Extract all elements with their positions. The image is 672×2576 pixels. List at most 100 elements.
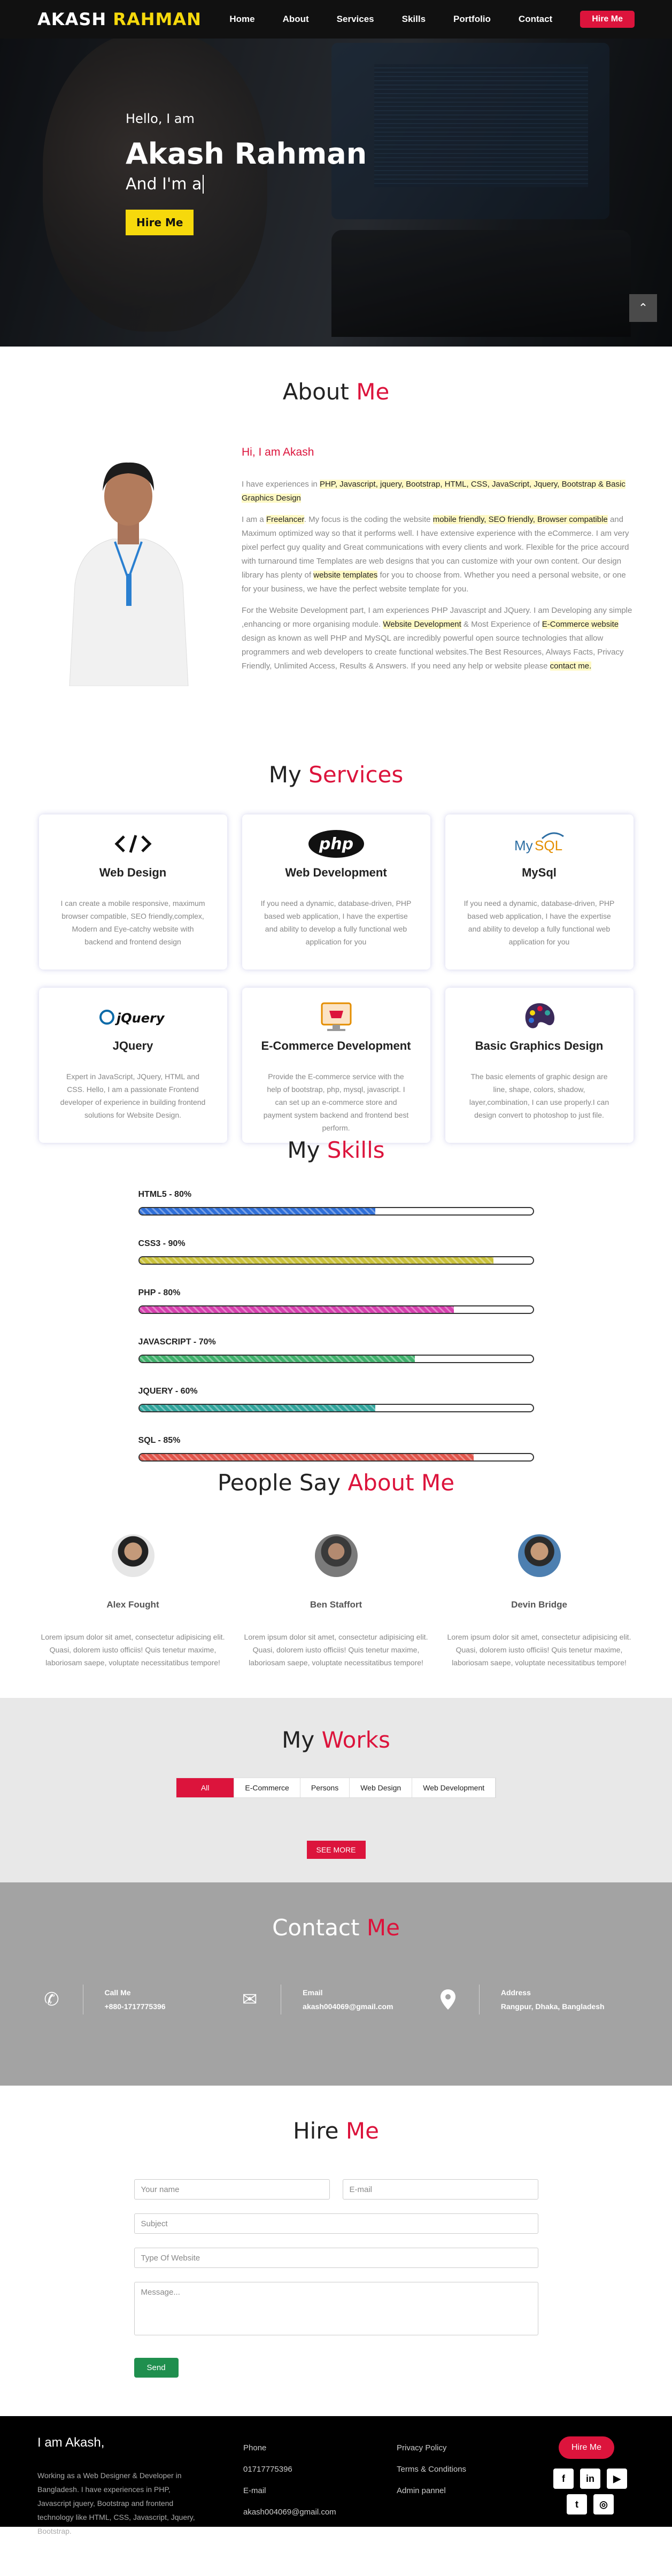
nav-contact[interactable]: Contact bbox=[519, 14, 552, 25]
footer-link-privacy[interactable]: Privacy Policy bbox=[397, 2437, 466, 2459]
works-filters: All E-Commerce Persons Web Design Web De… bbox=[175, 1778, 497, 1798]
testimonial-card: Ben Staffort Lorem ipsum dolor sit amet,… bbox=[242, 1534, 430, 1669]
facebook-icon[interactable]: f bbox=[553, 2469, 574, 2489]
filter-persons[interactable]: Persons bbox=[300, 1778, 350, 1797]
testimonial-text: Lorem ipsum dolor sit amet, consectetur … bbox=[41, 1633, 225, 1667]
skill-label: JAVASCRIPT - 70% bbox=[138, 1337, 216, 1347]
nav-hire-button[interactable]: Hire Me bbox=[580, 11, 635, 28]
skill-label: JQUERY - 60% bbox=[138, 1387, 198, 1396]
testimonial-name: Devin Bridge bbox=[511, 1600, 567, 1610]
twitter-icon[interactable]: t bbox=[567, 2494, 587, 2515]
hero-section: Hello, I am Akash Rahman And I'm a Hire … bbox=[0, 0, 672, 347]
footer-link-terms[interactable]: Terms & Conditions bbox=[397, 2459, 466, 2480]
skill-label: SQL - 85% bbox=[138, 1436, 181, 1445]
service-card: jQuery JQuery Expert in JavaScript, JQue… bbox=[39, 988, 227, 1143]
skill-bar bbox=[138, 1207, 534, 1216]
contact-label: Address bbox=[500, 1988, 531, 1997]
nav-home[interactable]: Home bbox=[229, 14, 254, 25]
footer-email[interactable]: akash004069@gmail.com bbox=[243, 2502, 336, 2523]
nav-about[interactable]: About bbox=[283, 14, 309, 25]
service-title: JQuery bbox=[112, 1039, 153, 1052]
see-more-button[interactable]: SEE MORE bbox=[306, 1841, 366, 1859]
footer-link-admin[interactable]: Admin pannel bbox=[397, 2480, 466, 2502]
contact-value[interactable]: +880-1717775396 bbox=[105, 2000, 166, 2013]
skill-bar bbox=[138, 1404, 534, 1412]
footer-phone[interactable]: 01717775396 bbox=[243, 2459, 336, 2480]
contact-title: Contact Me bbox=[272, 1914, 400, 1941]
service-text: If you need a dynamic, database-driven, … bbox=[464, 899, 615, 946]
service-card: Basic Graphics Design The basic elements… bbox=[445, 988, 634, 1143]
instagram-icon[interactable]: ◎ bbox=[593, 2494, 614, 2515]
email-input[interactable]: E-mail bbox=[342, 2179, 538, 2200]
service-card: My SQL MySql If you need a dynamic, datab… bbox=[445, 814, 634, 970]
contact-label: Email bbox=[303, 1988, 323, 1997]
testimonials-title: People Say About Me bbox=[217, 1470, 455, 1496]
scroll-top-button[interactable]: ⌃ bbox=[629, 294, 657, 322]
hire-section: Hire Me Your name E-mail Subject Type Of… bbox=[0, 2086, 672, 2416]
services-section: My Services Web Design I can create a mo… bbox=[0, 740, 672, 1132]
avatar bbox=[111, 1534, 155, 1577]
about-section: About Me Hi, I am Akash I have experienc… bbox=[0, 347, 672, 740]
services-grid: Web Design I can create a mobile respons… bbox=[39, 814, 634, 1143]
testimonial-card: Alex Fought Lorem ipsum dolor sit amet, … bbox=[39, 1534, 227, 1669]
footer-heading: I am Akash, bbox=[37, 2435, 105, 2450]
website-type-input[interactable]: Type Of Website bbox=[134, 2248, 538, 2268]
svg-text:jQuery: jQuery bbox=[114, 1011, 165, 1026]
footer-about: I am Akash, Working as a Web Designer & … bbox=[37, 2435, 203, 2538]
jquery-logo-icon: jQuery bbox=[39, 998, 227, 1036]
filter-ecommerce[interactable]: E-Commerce bbox=[234, 1778, 300, 1797]
service-title: Basic Graphics Design bbox=[475, 1039, 604, 1052]
nav-links: Home About Services Skills Portfolio Con… bbox=[229, 11, 635, 28]
testimonial-card: Devin Bridge Lorem ipsum dolor sit amet,… bbox=[445, 1534, 634, 1669]
nav-skills[interactable]: Skills bbox=[402, 14, 426, 25]
map-pin-icon bbox=[435, 1987, 461, 2012]
testimonial-text: Lorem ipsum dolor sit amet, consectetur … bbox=[244, 1633, 428, 1667]
mysql-logo-icon: My SQL bbox=[445, 825, 634, 863]
service-text: If you need a dynamic, database-driven, … bbox=[260, 899, 412, 946]
nav-portfolio[interactable]: Portfolio bbox=[453, 14, 491, 25]
linkedin-icon[interactable]: in bbox=[580, 2469, 600, 2489]
footer-email-label: E-mail bbox=[243, 2486, 266, 2495]
works-section: My Works All E-Commerce Persons Web Desi… bbox=[0, 1698, 672, 1882]
chevron-up-icon: ⌃ bbox=[638, 301, 648, 314]
skill-fill bbox=[139, 1356, 415, 1362]
skill-fill bbox=[139, 1208, 376, 1214]
palette-icon bbox=[445, 998, 634, 1036]
footer: I am Akash, Working as a Web Designer & … bbox=[0, 2416, 672, 2535]
contact-value[interactable]: akash004069@gmail.com bbox=[303, 2000, 393, 2013]
skill-item: JAVASCRIPT - 70% bbox=[138, 1337, 534, 1363]
logo[interactable]: AKASH RAHMAN bbox=[37, 9, 202, 29]
filter-web-development[interactable]: Web Development bbox=[412, 1778, 496, 1797]
filter-all[interactable]: All bbox=[176, 1778, 235, 1797]
svg-text:SQL: SQL bbox=[535, 837, 562, 853]
filter-web-design[interactable]: Web Design bbox=[350, 1778, 413, 1797]
phone-icon: ✆ bbox=[44, 1989, 59, 2010]
envelope-icon: ✉ bbox=[242, 1989, 258, 2010]
name-input[interactable]: Your name bbox=[134, 2179, 330, 2200]
subject-input[interactable]: Subject bbox=[134, 2213, 538, 2234]
send-button[interactable]: Send bbox=[134, 2358, 179, 2378]
contact-row: ✆ Call Me +880-1717775396 ✉ Email akash004… bbox=[39, 1985, 634, 2014]
footer-contact: Phone 01717775396 E-mail akash004069@gma… bbox=[243, 2437, 336, 2523]
about-title: About Me bbox=[282, 379, 390, 405]
svg-text:php: php bbox=[318, 835, 353, 853]
skill-fill bbox=[139, 1306, 454, 1313]
hero-typed-text: And I'm a bbox=[126, 175, 367, 194]
skill-fill bbox=[139, 1405, 376, 1411]
skill-bar bbox=[138, 1256, 534, 1265]
about-paragraph-1: I have experiences in PHP, Javascript, j… bbox=[242, 480, 625, 503]
message-textarea[interactable]: Message... bbox=[134, 2282, 538, 2335]
hero-hire-button[interactable]: Hire Me bbox=[126, 210, 194, 235]
service-text: I can create a mobile responsive, maximu… bbox=[60, 899, 205, 946]
contact-value: Rangpur, Dhaka, Bangladesh bbox=[500, 2002, 605, 2011]
youtube-icon[interactable]: ▶ bbox=[607, 2469, 627, 2489]
footer-hire-button[interactable]: Hire Me bbox=[559, 2436, 615, 2459]
about-paragraph-3: For the Website Development part, I am e… bbox=[242, 606, 632, 671]
nav-services[interactable]: Services bbox=[337, 14, 374, 25]
service-card: php Web Development If you need a dynami… bbox=[242, 814, 430, 970]
skill-label: HTML5 - 80% bbox=[138, 1190, 192, 1199]
contact-label: Call Me bbox=[104, 1988, 131, 1997]
about-body: Hi, I am Akash I have experiences in PHP… bbox=[242, 445, 637, 681]
skills-section: My Skills HTML5 - 80% CSS3 - 90% PHP - 8… bbox=[0, 1116, 672, 1462]
testimonial-name: Alex Fought bbox=[106, 1600, 159, 1610]
